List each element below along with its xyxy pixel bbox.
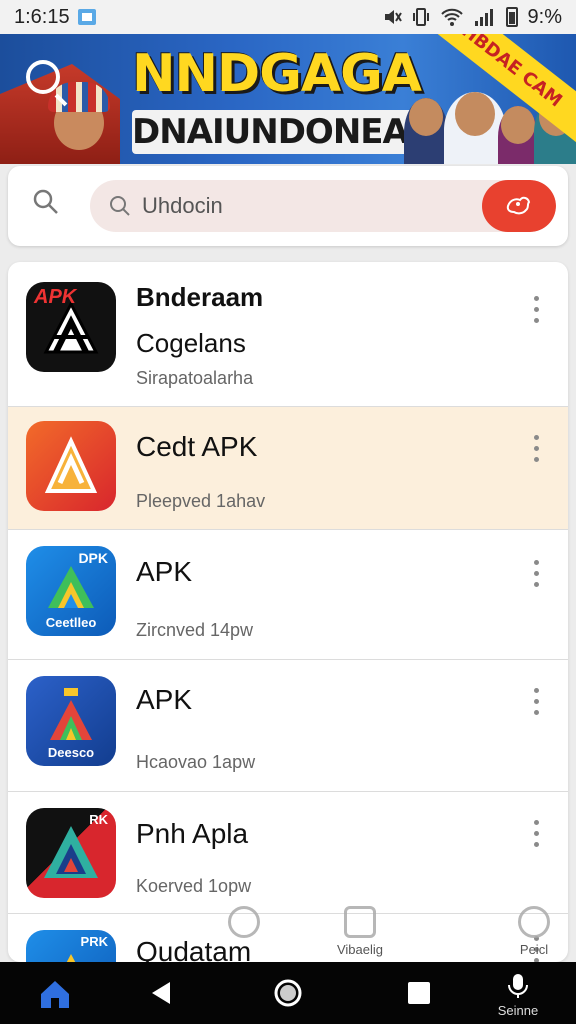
shortcut-middle[interactable]: Vibaelig — [330, 906, 390, 957]
promo-banner[interactable]: NNDGAGA DNAIUNDONEAIA BHBDAE CAM — [0, 34, 576, 164]
back-icon — [152, 982, 170, 1004]
app-title: APK — [136, 684, 193, 715]
app-icon-label: PRK — [80, 934, 108, 949]
nav-recents[interactable] — [394, 962, 444, 1024]
app-title: Cedt APK — [136, 431, 258, 462]
app-meta: Pleepved 1ahav — [136, 491, 266, 511]
nav-back[interactable] — [136, 962, 186, 1024]
shortcut-right-label: Peicl — [519, 942, 549, 957]
search-card: Uhdocin — [8, 166, 568, 246]
apk-app-icon: APK — [26, 282, 116, 372]
nav-voice[interactable]: Seinne — [488, 962, 548, 1024]
list-item[interactable]: RK Pnh Apla Koerved 1opw — [8, 792, 568, 914]
banner-subheadline: DNAIUNDONEAIA — [132, 110, 444, 154]
list-item[interactable]: APK Bnderaam Cogelans Sirapatoalarha — [8, 262, 568, 407]
more-options-icon[interactable] — [532, 560, 540, 590]
shortcut-middle-label: Vibaelig — [336, 942, 384, 957]
microphone-icon — [508, 974, 528, 998]
app-list: APK Bnderaam Cogelans Sirapatoalarha Ced… — [8, 262, 568, 962]
more-options-icon[interactable] — [532, 820, 540, 850]
app-meta: Zircnved 14pw — [136, 620, 254, 640]
list-item[interactable]: DPK Ceetlleo APK Zircnved 14pw — [8, 530, 568, 660]
search-placeholder: Uhdocin — [142, 193, 223, 218]
more-options-icon[interactable] — [532, 688, 540, 718]
more-options-icon[interactable] — [532, 435, 540, 465]
notification-app-icon — [77, 9, 96, 25]
vibrate-icon — [412, 8, 429, 26]
app-icon-label: DPK — [78, 550, 108, 566]
voice-label: Seinne — [497, 1003, 539, 1018]
list-item[interactable]: Cedt APK Pleepved 1ahav — [8, 407, 568, 530]
app-subtitle: Cogelans — [136, 328, 246, 358]
search-submit-button[interactable] — [482, 180, 556, 232]
circle-home-icon — [274, 979, 302, 1007]
status-time: 1:6:15 — [14, 5, 70, 28]
app-icon-label: APK — [34, 286, 77, 308]
apk-app-icon: DPK Ceetlleo — [26, 546, 116, 636]
lock-icon — [228, 906, 260, 938]
battery-percent: 9:% — [527, 5, 562, 28]
app-meta: Koerved 1opw — [136, 876, 252, 896]
status-bar: 1:6:15 9:% — [0, 0, 576, 34]
recents-icon — [408, 982, 430, 1004]
basket-icon — [344, 906, 376, 938]
shortcut-right[interactable]: Peicl — [504, 906, 564, 957]
app-title: Bnderaam — [136, 282, 264, 312]
more-options-icon[interactable] — [532, 296, 540, 326]
apk-app-icon: PRK — [26, 930, 116, 962]
list-item[interactable]: PRK Qudatam — [8, 914, 568, 962]
home-icon — [41, 981, 69, 1008]
app-icon-label: RK — [89, 812, 108, 827]
wifi-icon — [440, 8, 463, 26]
app-icon-caption: Ceetlleo — [45, 615, 97, 630]
apk-app-icon: Deesco — [26, 676, 116, 766]
app-title: Pnh Apla — [136, 818, 249, 849]
battery-icon — [505, 7, 518, 27]
apk-app-icon: RK — [26, 808, 116, 898]
app-title: APK — [136, 556, 193, 587]
list-item[interactable]: Deesco APK Hcaovao 1apw — [8, 660, 568, 792]
signal-icon — [474, 9, 493, 26]
nav-home[interactable] — [30, 962, 80, 1024]
app-icon-caption: Deesco — [47, 745, 95, 760]
search-icon[interactable] — [32, 188, 60, 216]
search-input[interactable]: Uhdocin — [90, 180, 556, 232]
nav-home-circle[interactable] — [262, 962, 314, 1024]
shortcut-left[interactable] — [214, 906, 274, 942]
search-field-icon — [110, 196, 130, 216]
banner-headline: NNDGAGA — [132, 44, 422, 104]
apk-app-icon — [26, 421, 116, 511]
map-icon — [506, 196, 531, 215]
app-meta: Sirapatoalarha — [136, 368, 254, 388]
banner-search-icon — [26, 60, 60, 94]
mute-icon — [384, 10, 402, 24]
settings-icon — [518, 906, 550, 938]
app-meta: Hcaovao 1apw — [136, 752, 256, 772]
bottom-navigation-bar: Seinne — [0, 962, 576, 1024]
